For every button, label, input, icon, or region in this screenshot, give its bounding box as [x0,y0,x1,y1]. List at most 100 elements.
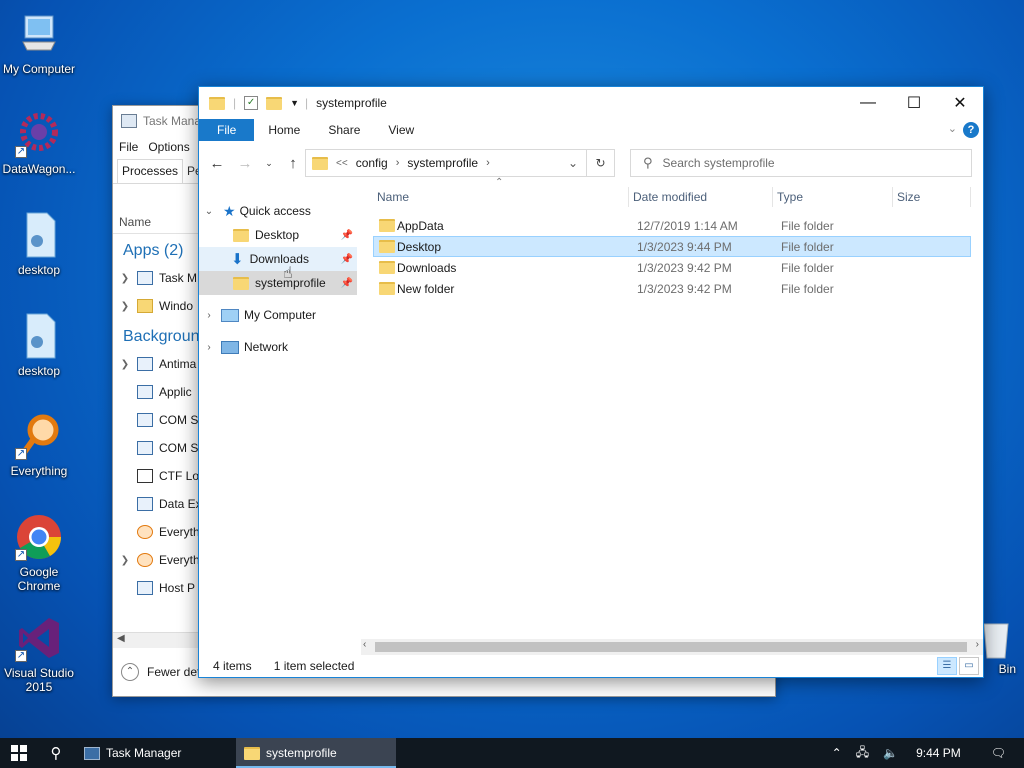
forward-arrow-icon[interactable]: → [233,155,257,172]
chevron-right-icon[interactable]: ❯ [113,273,137,284]
column-header-type[interactable]: Type [773,187,893,207]
nav-quick-access[interactable]: ⌄ ★ Quick access [199,199,357,223]
horizontal-scrollbar[interactable]: ‹ › [361,639,983,655]
nav-systemprofile[interactable]: systemprofile 📌 [199,271,357,295]
column-header-date[interactable]: Date modified [629,187,773,207]
nav-desktop[interactable]: Desktop 📌 [199,223,357,247]
folder-icon [233,228,249,242]
column-headers: Name Date modified Type Size [373,187,973,207]
process-name: Windo [159,299,194,313]
shortcut-arrow-icon: ↗ [15,650,27,662]
chevron-right-icon[interactable]: › [486,157,490,169]
scroll-left-arrow-icon[interactable]: ◀ [117,633,125,644]
desktop-icon-everything[interactable]: ↗ Everything [0,412,81,478]
chevron-right-icon[interactable]: › [396,157,400,169]
taskbar-app-label: systemprofile [266,746,337,760]
nav-downloads[interactable]: ⬇ Downloads 📌 [199,247,357,271]
expand-ribbon-icon[interactable]: ⌄ [948,122,957,135]
qat-dropdown-icon[interactable]: ▼ [290,98,299,108]
nav-label: Downloads [249,252,309,266]
fewer-details-button[interactable]: ⌃ Fewer det [113,658,200,686]
pin-icon[interactable]: 📌 [341,230,353,241]
maximize-button[interactable]: ☐ [891,87,937,119]
start-button[interactable] [0,738,38,768]
taskbar: ⚲ Task Manager systemprofile ⌃ 🖧 🔈 9:44 … [0,738,1024,768]
address-dropdown-icon[interactable]: ⌄ [568,156,578,170]
chevron-up-icon[interactable]: ⌃ [832,746,842,760]
address-overflow[interactable]: << [336,158,348,169]
search-button[interactable]: ⚲ [40,738,72,768]
tab-share[interactable]: Share [314,119,374,141]
horizontal-scrollbar[interactable]: ◀ [113,632,199,648]
file-explorer-window[interactable]: | ✓ ▼ | systemprofile — ☐ ✕ File Home Sh… [198,86,984,678]
file-row[interactable]: Downloads 1/3/2023 9:42 PM File folder [373,257,971,278]
taskbar-task-manager[interactable]: Task Manager [76,738,234,768]
breadcrumb-systemprofile[interactable]: systemprofile [407,156,478,170]
pen-icon [137,469,153,483]
taskbar-systemprofile[interactable]: systemprofile [236,738,396,768]
windows-logo-icon [11,745,27,761]
chevron-right-icon[interactable]: ❯ [113,301,137,312]
chevron-right-icon[interactable]: › [199,342,219,353]
new-folder-icon[interactable] [266,96,283,110]
tab-home[interactable]: Home [254,119,314,141]
fewer-details-label: Fewer det [147,665,201,679]
folder-icon [209,96,225,110]
process-name: Antima [159,357,197,371]
tab-view[interactable]: View [374,119,428,141]
tab-processes[interactable]: Processes [117,159,184,183]
nav-my-computer[interactable]: › My Computer [199,303,357,327]
clock[interactable]: 9:44 PM [916,746,961,760]
nav-network[interactable]: › Network [199,335,357,359]
address-bar[interactable]: << config › systemprofile › ⌄ [305,149,587,177]
network-icon[interactable]: 🖧 [856,743,869,764]
file-type: File folder [781,260,834,275]
star-icon: ★ [223,202,236,219]
desktop-icon-datawagon[interactable]: ↗ DataWagon... [0,110,81,176]
menu-file[interactable]: File [119,140,138,154]
volume-icon[interactable]: 🔈 [883,746,898,760]
desktop-icon-visual-studio[interactable]: ↗ Visual Studio 2015 [0,614,81,694]
file-row[interactable]: New folder 1/3/2023 9:42 PM File folder [373,278,971,299]
refresh-button[interactable]: ↻ [587,149,615,177]
desktop-icon-my-computer[interactable]: My Computer [0,10,81,76]
help-icon[interactable]: ? [963,122,979,138]
menu-options[interactable]: Options [148,140,189,154]
file-date: 1/3/2023 9:42 PM [637,281,732,296]
properties-checkbox-icon[interactable]: ✓ [244,96,259,110]
scroll-right-arrow-icon[interactable]: › [976,639,979,650]
search-box[interactable]: ⚲ Search systemprofile [630,149,972,177]
scrollbar-thumb[interactable] [375,642,967,652]
breadcrumb-config[interactable]: config [356,156,388,170]
large-icons-view-icon[interactable]: ▭ [959,657,979,675]
chevron-right-icon[interactable]: ❯ [113,359,137,370]
folder-icon [379,261,395,274]
scroll-left-arrow-icon[interactable]: ‹ [363,639,366,650]
column-header-size[interactable]: Size [893,187,971,207]
tab-file[interactable]: File [199,119,255,141]
column-header-name[interactable]: Name [373,187,629,207]
file-row[interactable]: AppData 12/7/2019 1:14 AM File folder [373,215,971,236]
file-type: File folder [781,218,834,233]
back-arrow-icon[interactable]: ← [205,155,229,172]
up-arrow-icon[interactable]: ↑ [281,155,305,172]
pin-icon[interactable]: 📌 [341,254,353,265]
notification-icon[interactable]: 🗨 [991,746,1006,760]
details-view-icon[interactable]: ☰ [937,657,957,675]
process-name: CTF Lo [159,469,200,483]
process-name: COM S [159,441,199,455]
process-name: Everyth [159,525,200,539]
recent-locations-icon[interactable]: ⌄ [261,158,277,169]
desktop-icon-desktop-1[interactable]: desktop [0,211,81,277]
process-name: Applic [159,385,192,399]
desktop-icon-desktop-2[interactable]: desktop [0,312,81,378]
desktop-icon-google-chrome[interactable]: ↗ Google Chrome [0,513,81,593]
nav-label: Quick access [239,204,311,218]
pin-icon[interactable]: 📌 [341,278,353,289]
file-row[interactable]: Desktop 1/3/2023 9:44 PM File folder [373,236,971,257]
close-button[interactable]: ✕ [937,87,983,119]
chevron-right-icon[interactable]: › [199,310,219,321]
minimize-button[interactable]: — [845,87,891,119]
chevron-down-icon[interactable]: ⌄ [199,206,219,217]
chevron-right-icon[interactable]: ❯ [113,555,137,566]
